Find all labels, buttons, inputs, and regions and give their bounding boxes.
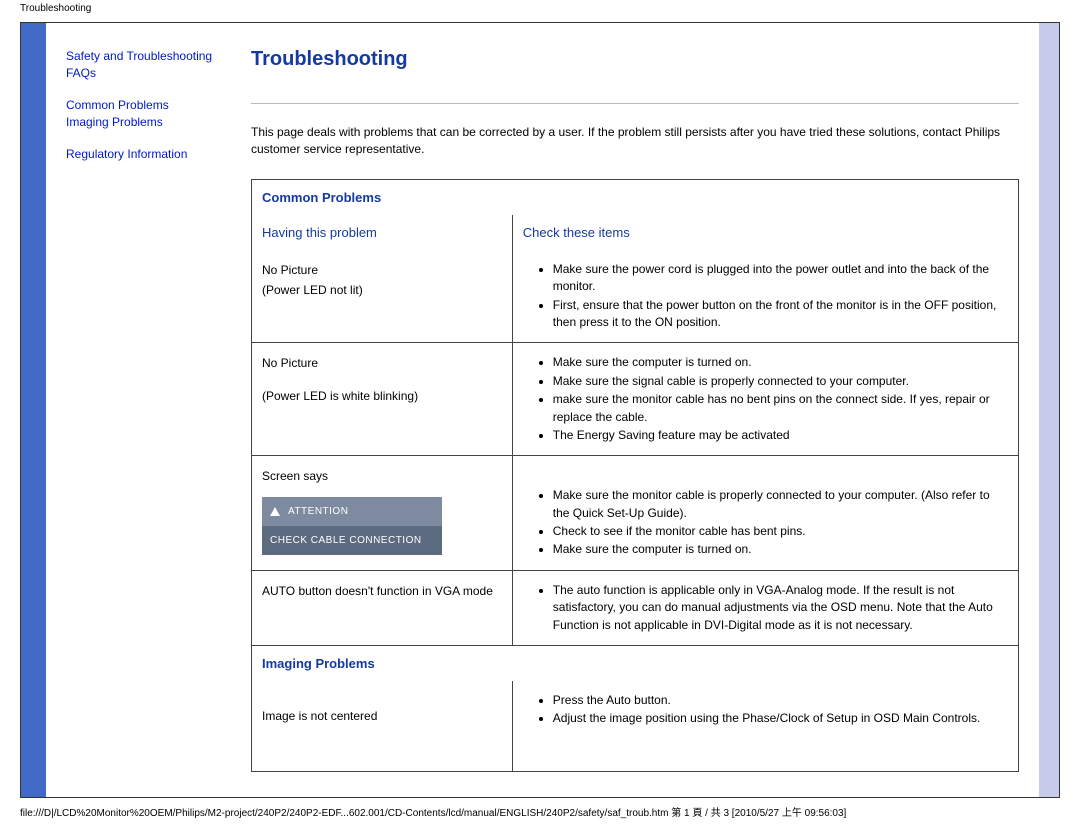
check-item: Make sure the power cord is plugged into…: [553, 261, 1008, 296]
sidebar-link-regulatory[interactable]: Regulatory Information: [66, 146, 241, 163]
intro-text: This page deals with problems that can b…: [251, 124, 1019, 159]
check-item: make sure the monitor cable has no bent …: [553, 391, 1008, 426]
check-item: Make sure the monitor cable is properly …: [553, 487, 1008, 522]
sidebar-link-imaging-problems[interactable]: Imaging Problems: [66, 114, 241, 131]
table-row: No Picture (Power LED not lit) Make sure…: [252, 250, 1019, 343]
check-item: First, ensure that the power button on t…: [553, 297, 1008, 332]
check-item: Adjust the image position using the Phas…: [553, 710, 1008, 727]
right-stripe: [1039, 23, 1059, 797]
page-frame: Safety and Troubleshooting FAQs Common P…: [20, 22, 1060, 798]
check-item: Make sure the signal cable is properly c…: [553, 373, 1008, 390]
main-content: Troubleshooting This page deals with pro…: [241, 48, 1019, 772]
table-row: AUTO button doesn't function in VGA mode…: [252, 570, 1019, 645]
section-common-problems: Common Problems: [262, 190, 381, 205]
column-header-problem: Having this problem: [262, 225, 377, 240]
footer-path: file:///D|/LCD%20Monitor%20OEM/Philips/M…: [0, 802, 1080, 825]
sidebar-link-safety[interactable]: Safety and Troubleshooting: [66, 48, 241, 65]
problem-text: (Power LED not lit): [262, 280, 502, 300]
sidebar: Safety and Troubleshooting FAQs Common P…: [66, 48, 241, 772]
problems-table: Common Problems Having this problem Chec…: [251, 179, 1019, 773]
problem-text: Screen says: [262, 466, 502, 486]
problem-text: (Power LED is white blinking): [262, 386, 502, 406]
sidebar-link-faqs[interactable]: FAQs: [66, 65, 241, 82]
section-imaging-problems: Imaging Problems: [262, 656, 375, 671]
attention-box: ATTENTION CHECK CABLE CONNECTION: [262, 497, 442, 555]
problem-text: No Picture: [262, 353, 502, 373]
table-row: Screen says ATTENTION CHECK CABLE CONNEC…: [252, 456, 1019, 571]
warning-icon: [270, 507, 280, 516]
problem-text: No Picture: [262, 260, 502, 280]
check-item: Make sure the computer is turned on.: [553, 541, 1008, 558]
column-header-check: Check these items: [523, 225, 630, 240]
attention-label: ATTENTION: [288, 503, 348, 520]
check-item: Make sure the computer is turned on.: [553, 354, 1008, 371]
table-row: No Picture (Power LED is white blinking)…: [252, 343, 1019, 456]
check-item: The auto function is applicable only in …: [553, 582, 1008, 634]
check-item: The Energy Saving feature may be activat…: [553, 427, 1008, 444]
page-label: Troubleshooting: [0, 0, 1080, 14]
check-item: Press the Auto button.: [553, 692, 1008, 709]
attention-message: CHECK CABLE CONNECTION: [270, 532, 422, 549]
left-stripe: [21, 23, 46, 797]
problem-text: AUTO button doesn't function in VGA mode: [262, 581, 502, 601]
check-item: Check to see if the monitor cable has be…: [553, 523, 1008, 540]
problem-text: Image is not centered: [262, 706, 502, 726]
sidebar-link-common-problems[interactable]: Common Problems: [66, 97, 241, 114]
page-title: Troubleshooting: [251, 48, 1019, 104]
table-row: Image is not centered Press the Auto but…: [252, 681, 1019, 751]
